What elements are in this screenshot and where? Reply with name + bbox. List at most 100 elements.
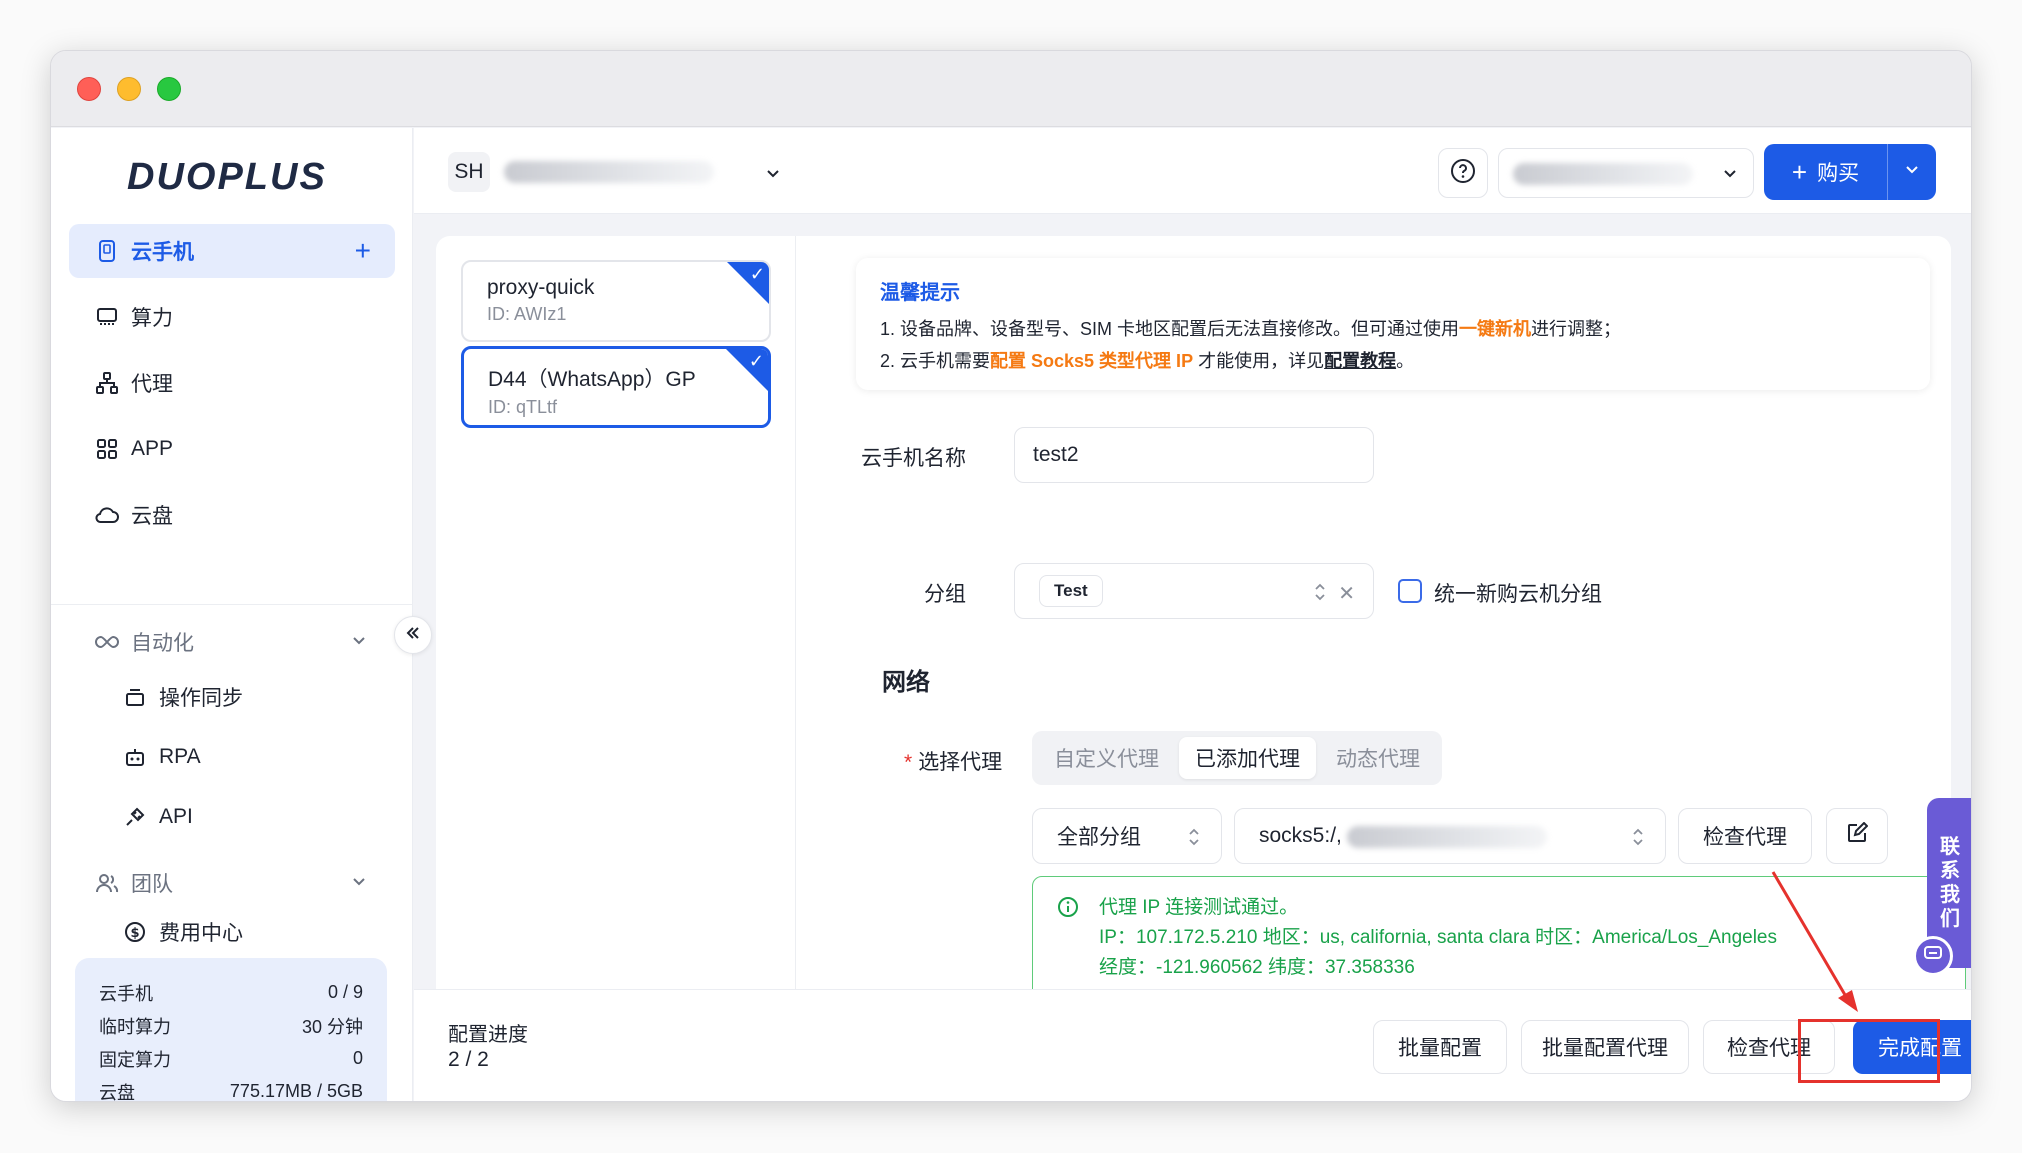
socks5-proxy-link[interactable]: 配置 Socks5 类型代理 IP	[990, 351, 1193, 371]
progress-label: 配置进度	[448, 1024, 528, 1046]
device-id: ID: AWIz1	[487, 304, 567, 324]
proxy-select[interactable]: socks5:/,	[1234, 808, 1666, 864]
group-label: 分组	[924, 583, 966, 606]
sidebar-item-cloud-disk[interactable]: 云盘	[69, 488, 395, 542]
stat-value: 0 / 9	[327, 982, 363, 1002]
close-window-button[interactable]	[77, 77, 101, 101]
redacted-account-name	[1513, 163, 1693, 185]
device-card-active[interactable]: D44（WhatsApp）GP ID: qTLtf ✓	[461, 346, 771, 428]
stat-label: 临时算力	[99, 1016, 171, 1037]
screenshot-stage: DUOPLUS 云手机 + 算力 代理 APP 云盘 自动化 操作同步 RPA …	[0, 0, 2022, 1153]
chevron-down-icon	[1721, 164, 1739, 187]
sidebar-item-api[interactable]: API	[123, 795, 193, 839]
tip-text: 进行调整；	[1531, 319, 1622, 339]
buy-button[interactable]: + 购买	[1764, 144, 1936, 200]
help-icon	[1450, 158, 1476, 189]
proxy-test-result: 代理 IP 连接测试通过。 IP：107.172.5.210 地区：us, ca…	[1032, 876, 1966, 1000]
stat-label: 云盘	[99, 1082, 135, 1102]
config-panel: proxy-quick ID: AWIz1 ✓ D44（WhatsApp）GP …	[436, 236, 1966, 1036]
stat-label: 云手机	[99, 983, 153, 1004]
app-window: DUOPLUS 云手机 + 算力 代理 APP 云盘 自动化 操作同步 RPA …	[50, 50, 1972, 1102]
chat-bubble-button[interactable]	[1913, 936, 1953, 976]
tip-text: 才能使用，详见	[1193, 351, 1325, 371]
top-bar: SH + 购买	[414, 128, 1971, 214]
batch-config-button[interactable]: 批量配置	[1373, 1020, 1507, 1074]
cloud-phone-name-input[interactable]: test2	[1014, 427, 1374, 483]
chevron-down-icon	[1903, 160, 1921, 184]
tip-title: 温馨提示	[880, 282, 960, 304]
sidebar-item-op-sync[interactable]: 操作同步	[123, 675, 243, 719]
sidebar: DUOPLUS 云手机 + 算力 代理 APP 云盘 自动化 操作同步 RPA …	[51, 128, 413, 1102]
proxy-type-tabs: 自定义代理 已添加代理 动态代理	[1032, 731, 1442, 785]
sidebar-item-label: 云盘	[131, 505, 173, 528]
tab-added-proxy[interactable]: 已添加代理	[1179, 737, 1316, 779]
sidebar-item-label: 费用中心	[159, 922, 243, 945]
network-section-title: 网络	[882, 669, 930, 696]
robot-icon	[123, 745, 147, 769]
batch-config-proxy-button[interactable]: 批量配置代理	[1521, 1020, 1689, 1074]
monitor-icon	[95, 305, 119, 329]
logo: DUOPLUS	[127, 156, 327, 198]
plug-icon	[123, 805, 147, 829]
help-button[interactable]	[1438, 148, 1488, 198]
network-icon	[95, 371, 119, 395]
collapse-sidebar-button[interactable]	[394, 616, 432, 654]
edit-proxy-button[interactable]	[1826, 808, 1888, 864]
sidebar-divider	[51, 604, 413, 605]
result-status: 代理 IP 连接测试通过。	[1099, 897, 1299, 918]
title-bar	[51, 51, 1971, 127]
sidebar-group-team[interactable]: 团队	[69, 859, 395, 907]
tip-line-2: 2. 云手机需要配置 Socks5 类型代理 IP 才能使用，详见配置教程。	[880, 347, 1906, 373]
sidebar-item-label: 操作同步	[159, 687, 243, 710]
proxy-group-filter[interactable]: 全部分组	[1032, 808, 1222, 864]
check-proxy-button[interactable]: 检查代理	[1678, 808, 1812, 864]
minimize-window-button[interactable]	[117, 77, 141, 101]
device-list: proxy-quick ID: AWIz1 ✓ D44（WhatsApp）GP …	[436, 236, 796, 1036]
contact-char: 系	[1940, 860, 1960, 882]
sidebar-item-compute[interactable]: 算力	[69, 290, 395, 344]
tip-line-1: 1. 设备品牌、设备型号、SIM 卡地区配置后无法直接修改。但可通过使用一键新机…	[880, 315, 1906, 341]
buy-dropdown-button[interactable]	[1888, 160, 1936, 184]
device-id: ID: qTLtf	[488, 397, 558, 417]
sidebar-item-rpa[interactable]: RPA	[123, 735, 201, 779]
annotation-highlight-box	[1798, 1019, 1940, 1083]
redacted-workspace-name	[504, 161, 714, 183]
stat-row: 临时算力 30 分钟	[99, 1009, 363, 1042]
buy-label: 购买	[1817, 162, 1860, 185]
group-select[interactable]: Test ✕	[1014, 563, 1374, 619]
stat-value: 0	[352, 1048, 363, 1068]
sidebar-item-billing[interactable]: $ 费用中心	[123, 910, 243, 954]
contact-char: 我	[1940, 884, 1960, 906]
account-selector[interactable]	[1498, 148, 1754, 198]
stat-value: 775.17MB / 5GB	[229, 1081, 363, 1101]
tab-dynamic-proxy[interactable]: 动态代理	[1320, 737, 1436, 779]
sidebar-item-label: RPA	[159, 745, 201, 768]
sidebar-item-cloud-phone[interactable]: 云手机 +	[69, 224, 395, 278]
sync-icon	[123, 685, 147, 709]
sidebar-item-proxy[interactable]: 代理	[69, 356, 395, 410]
unify-group-checkbox[interactable]	[1398, 579, 1422, 603]
maximize-window-button[interactable]	[157, 77, 181, 101]
sidebar-item-app[interactable]: APP	[69, 422, 395, 476]
dollar-icon: $	[123, 920, 147, 944]
sidebar-item-label: 算力	[131, 307, 173, 330]
stat-value: 30 分钟	[301, 1016, 363, 1037]
sidebar-group-label: 团队	[131, 873, 173, 896]
stat-row: 云盘 775.17MB / 5GB	[99, 1075, 363, 1102]
config-tutorial-link[interactable]: 配置教程	[1324, 351, 1396, 371]
chevron-down-icon[interactable]	[764, 164, 782, 187]
clear-icon[interactable]: ✕	[1338, 581, 1355, 606]
one-click-new-device-link[interactable]: 一键新机	[1459, 319, 1531, 339]
add-icon[interactable]: +	[355, 235, 371, 267]
progress-value: 2 / 2	[448, 1048, 489, 1071]
stat-row: 云手机 0 / 9	[99, 976, 363, 1009]
device-name: proxy-quick	[487, 276, 595, 299]
device-card[interactable]: proxy-quick ID: AWIz1 ✓	[461, 260, 771, 342]
sidebar-group-automation[interactable]: 自动化	[69, 618, 395, 666]
chevron-down-icon	[351, 871, 367, 895]
sidebar-group-label: 自动化	[131, 632, 194, 655]
input-value: test2	[1033, 443, 1079, 466]
infinity-icon	[95, 630, 119, 654]
sort-icon	[1313, 582, 1327, 608]
tab-custom-proxy[interactable]: 自定义代理	[1038, 737, 1175, 779]
